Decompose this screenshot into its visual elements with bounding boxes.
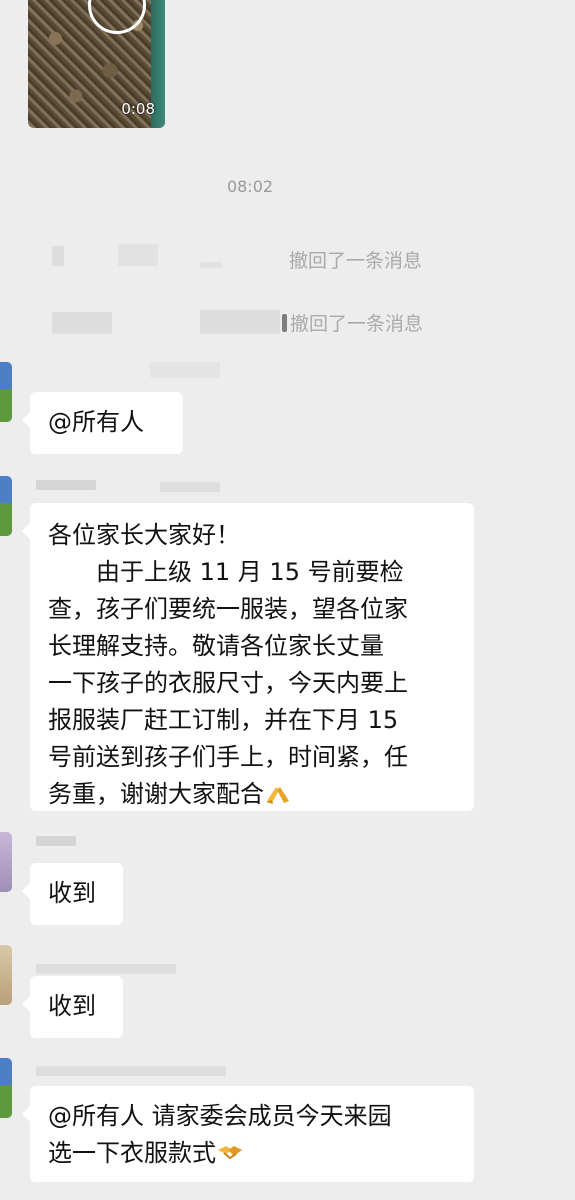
pixelated-name (200, 262, 222, 268)
pixelated-name (150, 362, 220, 378)
pixelated-nickname (160, 482, 220, 492)
avatar[interactable] (0, 362, 12, 422)
message-line: 查，孩子们要统一服装，望各位家 (48, 595, 408, 623)
pixelated-nickname (36, 480, 96, 490)
message-line: 长理解支持。敬请各位家长丈量 (48, 632, 384, 660)
avatar[interactable] (0, 832, 12, 892)
message-bubble[interactable]: @所有人 请家委会成员今天来园 选一下衣服款式 (22, 1086, 474, 1182)
message-bubble[interactable]: 各位家长大家好！ 由于上级 11 月 15 号前要检 查，孩子们要统一服装，望各… (22, 503, 474, 811)
recall-notice: 撤回了一条消息 (290, 313, 424, 335)
pixelated-nickname (36, 1066, 226, 1076)
message-bubble[interactable]: @所有人 (22, 392, 183, 454)
video-message-thumbnail[interactable]: 0:08 (28, 0, 165, 128)
avatar[interactable] (0, 476, 12, 536)
pixelated-name (200, 310, 280, 334)
message-line: 号前送到孩子们手上，时间紧，任 (48, 743, 408, 771)
message-line: 各位家长大家好！ (48, 521, 240, 549)
pixelated-name (52, 246, 64, 266)
pixelated-nickname (36, 964, 176, 974)
message-text: 收到 (48, 992, 96, 1020)
message-text: @所有人 (48, 408, 144, 436)
message-line: 报服装厂赶工订制，并在下月 15 (48, 706, 399, 734)
video-duration: 0:08 (121, 100, 155, 118)
play-icon[interactable] (88, 0, 146, 34)
message-line: @所有人 请家委会成员今天来园 (48, 1102, 392, 1130)
message-line: 一下孩子的衣服尺寸，今天内要上 (48, 669, 408, 697)
message-line: 由于上级 11 月 15 号前要检 (48, 558, 404, 586)
pixelated-nickname (36, 836, 76, 846)
handshake-emoji (218, 1146, 242, 1160)
message-bubble[interactable]: 收到 (22, 863, 123, 925)
message-bubble[interactable]: 收到 (22, 976, 123, 1038)
pixelated-name (282, 314, 287, 332)
avatar[interactable] (0, 945, 12, 1005)
message-line: 务重，谢谢大家配合 (48, 780, 264, 808)
recall-notice: 撤回了一条消息 (289, 250, 423, 272)
time-divider: 08:02 (226, 177, 274, 196)
folded-hands-emoji (266, 787, 289, 804)
pixelated-name (118, 244, 158, 266)
pixelated-name (52, 312, 112, 334)
message-line: 选一下衣服款式 (48, 1139, 216, 1167)
message-text: 收到 (48, 879, 96, 907)
avatar[interactable] (0, 1058, 12, 1118)
